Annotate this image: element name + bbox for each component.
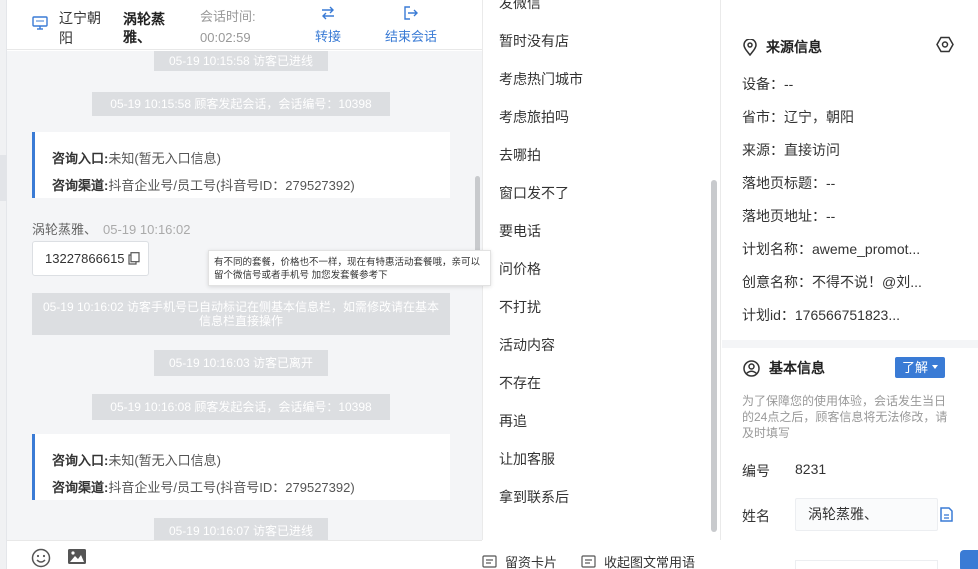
name-label: 姓名 (742, 508, 770, 524)
quick-reply-item[interactable]: 不存在 (499, 374, 541, 392)
left-edge-notch (0, 155, 7, 201)
quick-reply-footer: 留资卡片 收起图文常用语 (482, 540, 721, 569)
source-info-title: 来源信息 (766, 39, 822, 55)
quick-reply-item[interactable]: 暂时没有店 (499, 32, 569, 50)
visitor-name: 涡轮蒸雅、 (123, 11, 165, 45)
source-creative-name: 创意名称：不得不说！@刘... (742, 274, 922, 290)
quick-reply-item[interactable]: 再追 (499, 412, 527, 430)
visitor-info-panel: 来源信息 设备：-- 省市：辽宁，朝阳 来源：直接访问 落地页标题：-- 落地页… (722, 0, 978, 569)
channel-label: 咨询渠道: (52, 178, 109, 193)
system-message: 05-19 10:16:02 访客手机号已自动标记在侧基本信息栏，如需修改请在基… (32, 293, 450, 335)
edit-deadline-notice: 为了保障您的使用体验，会话发生当日的24点之后，顾客信息将无法修改，请及时填写 (742, 394, 948, 440)
lead-card-button[interactable]: 留资卡片 (482, 552, 557, 569)
settings-icon[interactable] (936, 36, 954, 56)
quick-reply-item[interactable]: 考虑旅拍吗 (499, 108, 569, 126)
caret-down-icon (932, 365, 938, 369)
floating-action-button[interactable] (960, 550, 978, 569)
card-icon (482, 555, 497, 568)
next-field-input[interactable] (795, 560, 938, 569)
transfer-label: 转接 (315, 29, 342, 44)
quick-reply-item[interactable]: 考虑热门城市 (499, 70, 583, 88)
chat-header: 辽宁朝阳 涡轮蒸雅、 会话时间: 00:02:59 转接 结束会话 (7, 0, 482, 50)
user-circle-icon (743, 359, 760, 377)
visitor-message-meta: 涡轮蒸雅、 05-19 10:16:02 (32, 219, 190, 238)
left-edge-strip (0, 0, 7, 569)
logout-icon (403, 6, 419, 23)
quick-reply-preview-tooltip: 有不同的套餐，价格也不一样，现在有特惠活动套餐哦，亲可以留个微信号或者手机号 加… (208, 250, 491, 286)
learn-more-dropdown[interactable]: 了解 (895, 357, 945, 378)
quick-reply-item[interactable]: 发微信 (499, 0, 541, 12)
source-plan-name: 计划名称：aweme_promot... (742, 241, 921, 257)
quick-reply-item[interactable]: 问价格 (499, 260, 541, 278)
entry-value: 未知(暂无入口信息) (108, 151, 222, 166)
source-landing-url: 落地页地址：-- (742, 208, 836, 224)
collapse-quick-replies-button[interactable]: 收起图文常用语 (581, 552, 695, 569)
transfer-button[interactable]: 转接 (315, 6, 341, 45)
name-field[interactable]: 涡轮蒸雅、 (795, 498, 938, 531)
entry-label: 咨询入口: (52, 151, 109, 166)
lead-card-label: 留资卡片 (505, 555, 558, 569)
visitor-location: 辽宁朝阳 (59, 10, 101, 46)
system-message: 05-19 10:16:08 顾客发起会话，会话编号：10398 (92, 394, 390, 420)
quick-reply-item[interactable]: 拿到联系后 (499, 488, 569, 506)
system-message: 05-19 10:16:03 访客已离开 (154, 350, 328, 376)
source-device: 设备：-- (742, 76, 794, 92)
source-province-city: 省市：辽宁，朝阳 (742, 109, 854, 125)
consult-info-card: 咨询入口:未知(暂无入口信息) 咨询渠道:抖音企业号/员工号(抖音号ID：279… (32, 434, 450, 500)
entry-value: 未知(暂无入口信息) (108, 453, 222, 468)
basic-info-title: 基本信息 (769, 360, 825, 376)
system-message: 05-19 10:15:58 顾客发起会话，会话编号：10398 (92, 92, 390, 116)
basic-info-header: 基本信息 (743, 358, 825, 378)
id-value: 8231 (795, 461, 827, 477)
system-message: 05-19 10:16:07 访客已进线 (154, 518, 328, 540)
session-time-label: 会话时间: (200, 9, 256, 24)
quick-reply-panel: 发微信 暂时没有店 考虑热门城市 考虑旅拍吗 去哪拍 窗口发不了 要电话 问价格… (482, 0, 721, 540)
end-session-label: 结束会话 (385, 29, 438, 44)
collapse-quick-replies-label: 收起图文常用语 (604, 555, 696, 569)
location-pin-icon (743, 38, 757, 56)
message-list-icon (581, 555, 596, 568)
quick-reply-item[interactable]: 去哪拍 (499, 146, 541, 164)
copy-icon[interactable] (128, 252, 140, 265)
source-info-header: 来源信息 (743, 37, 822, 57)
channel-label: 咨询渠道: (52, 480, 109, 495)
id-label: 编号 (742, 463, 770, 479)
consult-info-card: 咨询入口:未知(暂无入口信息) 咨询渠道:抖音企业号/员工号(抖音号ID：279… (32, 132, 450, 198)
chat-input-toolbar (7, 540, 482, 569)
quick-reply-item[interactable]: 活动内容 (499, 336, 555, 354)
channel-value: 抖音企业号/员工号(抖音号ID：279527392) (108, 178, 355, 193)
channel-value: 抖音企业号/员工号(抖音号ID：279527392) (108, 480, 355, 495)
monitor-icon (32, 16, 48, 33)
session-time: 00:02:59 (200, 30, 251, 45)
system-message: 05-19 10:15:58 访客已进线 (154, 51, 328, 71)
source-plan-id: 计划id：176566751823... (742, 307, 900, 323)
chat-message-area[interactable]: 05-19 10:15:58 访客已进线 05-19 10:15:58 顾客发起… (7, 51, 482, 540)
image-icon[interactable] (67, 548, 87, 568)
emoji-icon[interactable] (31, 548, 51, 569)
quick-reply-item[interactable]: 要电话 (499, 222, 541, 240)
quick-reply-item[interactable]: 让加客服 (499, 450, 555, 468)
entry-label: 咨询入口: (52, 453, 109, 468)
visitor-phone-number: 13227866615 (45, 251, 125, 266)
visitor-phone-message[interactable]: 13227866615 (32, 241, 149, 276)
learn-more-label: 了解 (902, 360, 929, 375)
quick-reply-scrollbar[interactable] (711, 180, 717, 532)
source-landing-title: 落地页标题：-- (742, 175, 836, 191)
quick-reply-item[interactable]: 不打扰 (499, 298, 541, 316)
visitor-message-name: 涡轮蒸雅、 (32, 222, 98, 237)
transfer-icon (320, 6, 336, 23)
edit-note-icon[interactable] (940, 507, 953, 525)
quick-reply-item[interactable]: 窗口发不了 (499, 184, 569, 202)
section-divider (722, 340, 978, 348)
source-origin: 来源：直接访问 (742, 142, 840, 158)
end-session-button[interactable]: 结束会话 (385, 6, 437, 45)
visitor-message-time: 05-19 10:16:02 (103, 222, 191, 237)
